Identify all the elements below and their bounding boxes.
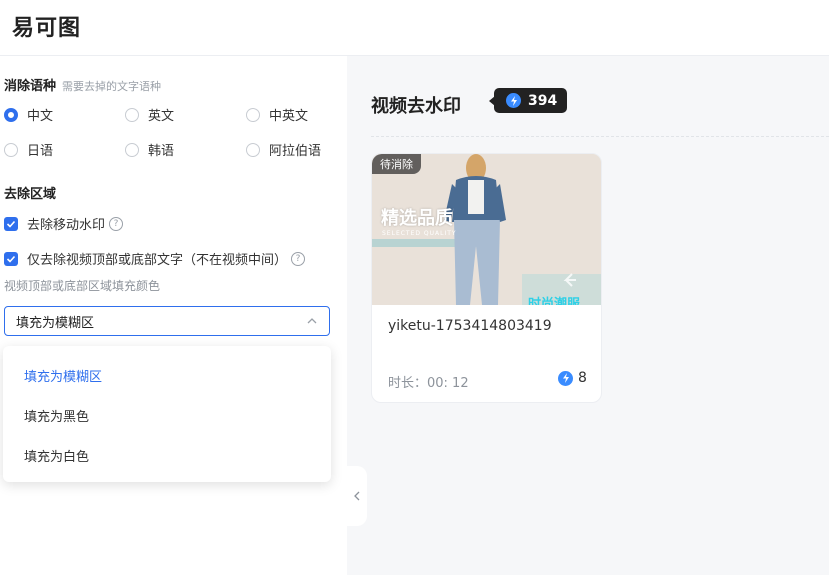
video-name: yiketu-1753414803419 — [388, 318, 552, 334]
checkbox-label: 仅去除视频顶部或底部文字（不在视频中间） — [27, 253, 288, 268]
cost-value: 8 — [578, 370, 587, 386]
fill-color-select[interactable]: 填充为模糊区 — [4, 306, 330, 336]
radio-english[interactable]: 英文 — [125, 105, 174, 124]
collapse-panel-button[interactable] — [347, 466, 367, 526]
help-icon[interactable]: ? — [109, 216, 124, 231]
main-panel: 视频去水印 394 待消除 精选品质 SELECTED QUALITY 时尚潮服… — [347, 56, 829, 575]
dropdown-option-blur[interactable]: 填充为模糊区 — [24, 366, 102, 385]
watermark-subtext: SELECTED QUALITY — [382, 230, 457, 237]
credit-badge: 394 — [488, 88, 568, 113]
radio-label: 中文 — [27, 109, 54, 124]
chevron-up-icon — [307, 318, 317, 324]
settings-panel: 消除语种 需要去掉的文字语种 中文 英文 中英文 日语 韩语 阿拉伯语 去除区域 … — [0, 56, 347, 575]
radio-label: 英文 — [148, 109, 175, 124]
language-hint: 需要去掉的文字语种 — [62, 80, 162, 93]
language-section-title: 消除语种 需要去掉的文字语种 — [4, 75, 161, 94]
radio-label: 日语 — [27, 144, 54, 159]
watermark-text: 精选品质 — [381, 208, 453, 229]
checkbox-remove-moving-watermark[interactable]: 去除移动水印 ? — [4, 214, 124, 233]
radio-unselected-icon — [246, 107, 260, 122]
area-section-title: 去除区域 — [4, 187, 57, 202]
fill-color-dropdown: 填充为模糊区 填充为黑色 填充为白色 — [3, 346, 331, 482]
lightning-icon — [558, 370, 573, 386]
radio-unselected-icon — [125, 142, 139, 157]
video-card[interactable]: 待消除 精选品质 SELECTED QUALITY 时尚潮服 yiketu-17… — [371, 153, 602, 403]
video-thumbnail: 待消除 精选品质 SELECTED QUALITY 时尚潮服 — [372, 154, 601, 305]
page-title: 视频去水印 — [371, 96, 461, 117]
radio-label: 中英文 — [269, 109, 309, 124]
dropdown-option-white[interactable]: 填充为白色 — [24, 446, 89, 465]
divider — [371, 136, 829, 137]
radio-selected-icon — [4, 107, 18, 122]
radio-korean[interactable]: 韩语 — [125, 140, 174, 159]
radio-unselected-icon — [4, 142, 18, 157]
watermark-bottom-text: 时尚潮服 — [528, 297, 581, 305]
top-bar: 易可图 — [0, 0, 829, 56]
credit-count: 394 — [528, 92, 558, 109]
select-value: 填充为模糊区 — [16, 315, 95, 331]
language-title: 消除语种 — [4, 79, 57, 94]
app-logo[interactable]: 易可图 — [12, 10, 81, 42]
video-cost: 8 — [558, 370, 587, 386]
radio-chinese-english[interactable]: 中英文 — [246, 105, 308, 124]
radio-label: 韩语 — [148, 144, 175, 159]
checkbox-checked-icon — [4, 216, 18, 231]
checkbox-checked-icon — [4, 251, 18, 266]
checkbox-top-bottom-only[interactable]: 仅去除视频顶部或底部文字（不在视频中间） ? — [4, 249, 306, 268]
video-duration: 时长：00: 12 — [388, 376, 469, 391]
lightning-icon — [506, 93, 521, 108]
chevron-left-icon — [354, 491, 360, 501]
radio-unselected-icon — [125, 107, 139, 122]
status-tag: 待消除 — [372, 154, 421, 174]
radio-unselected-icon — [246, 142, 260, 157]
dropdown-option-black[interactable]: 填充为黑色 — [24, 406, 89, 425]
radio-chinese[interactable]: 中文 — [4, 105, 53, 124]
help-icon[interactable]: ? — [291, 251, 306, 266]
fill-color-label: 视频顶部或底部区域填充颜色 — [4, 279, 161, 293]
radio-japanese[interactable]: 日语 — [4, 140, 53, 159]
radio-label: 阿拉伯语 — [269, 144, 322, 159]
checkbox-label: 去除移动水印 — [27, 218, 106, 233]
radio-arabic[interactable]: 阿拉伯语 — [246, 140, 321, 159]
